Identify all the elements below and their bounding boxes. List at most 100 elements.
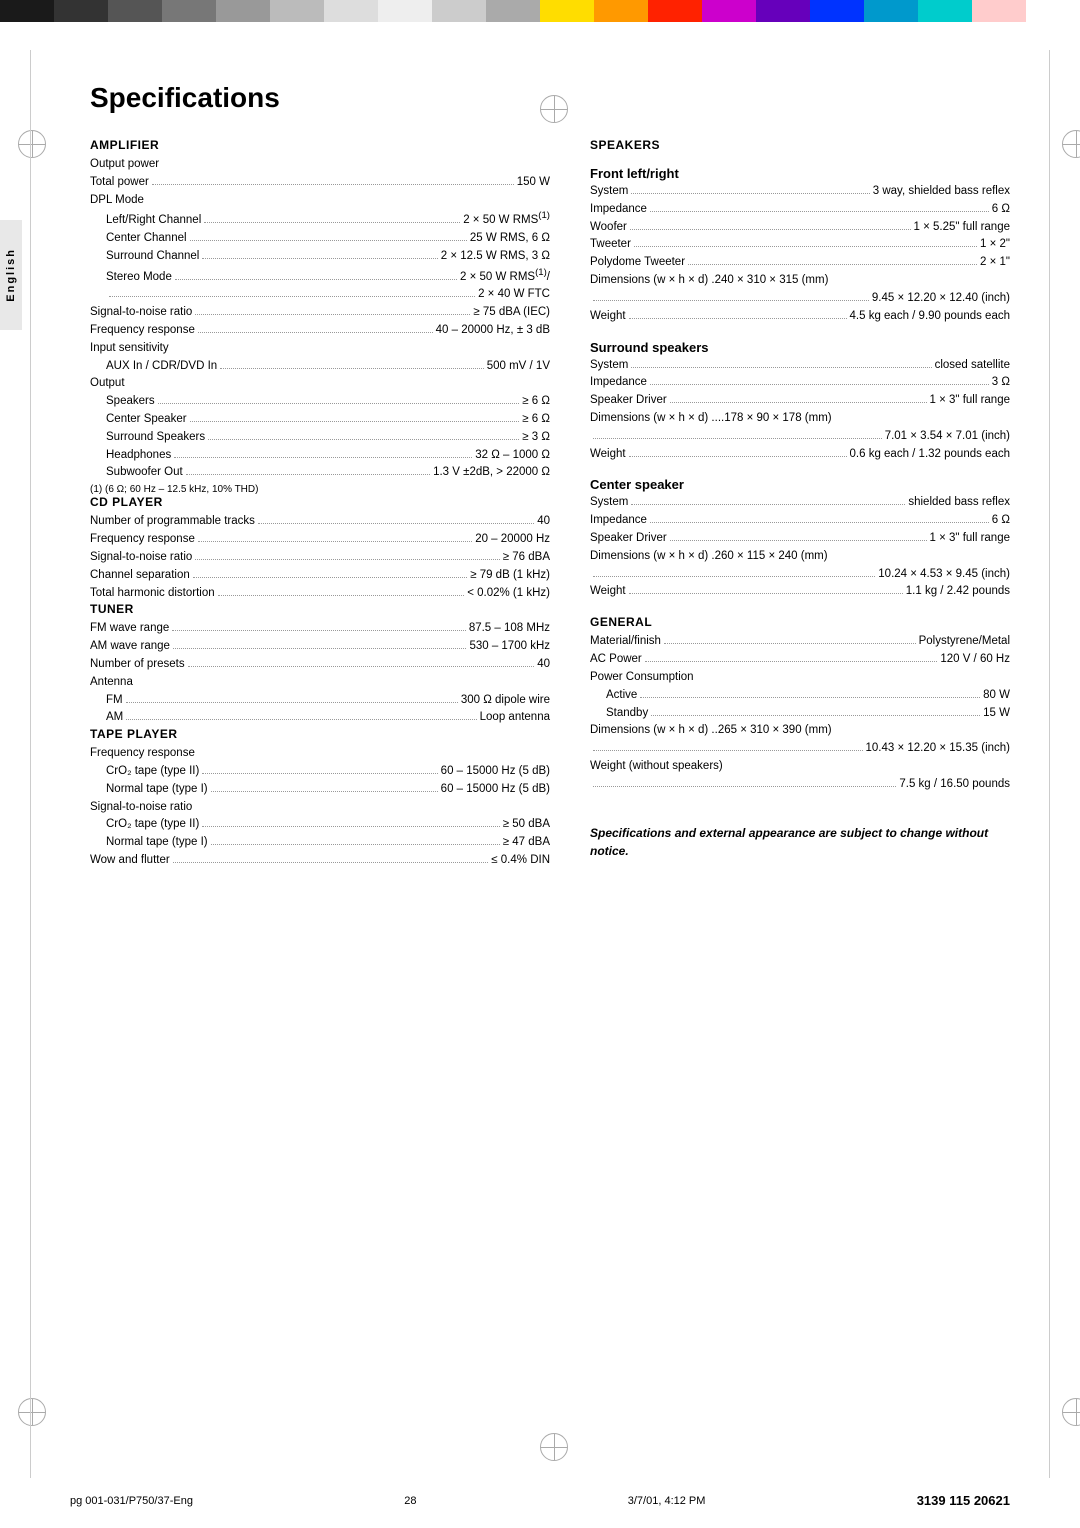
color-blue <box>810 0 864 22</box>
spec-freq-response: Frequency response 40 – 20000 Hz, ± 3 dB <box>90 322 550 340</box>
spec-label: Signal-to-noise ratio <box>90 304 192 322</box>
tape-player-heading: TAPE PLAYER <box>90 727 550 741</box>
spec-label: Woofer <box>590 219 627 237</box>
spec-label: Number of presets <box>90 656 185 674</box>
spec-wow-flutter: Wow and flutter ≤ 0.4% DIN <box>90 852 550 870</box>
spec-label: Total power <box>90 174 149 192</box>
spec-snr: Signal-to-noise ratio ≥ 75 dBA (IEC) <box>90 304 550 322</box>
color-white <box>1026 0 1080 22</box>
dots <box>645 661 938 662</box>
spec-aux-in: AUX In / CDR/DVD In 500 mV / 1V <box>90 358 550 376</box>
spec-cro2-freq: CrO₂ tape (type II) 60 – 15000 Hz (5 dB) <box>90 763 550 781</box>
spec-input-sensitivity: Input sensitivity <box>90 340 550 358</box>
spec-label: Total harmonic distortion <box>90 585 215 603</box>
spec-value: ≥ 75 dBA (IEC) <box>473 304 550 322</box>
spec-value: ≥ 79 dB (1 kHz) <box>470 567 550 585</box>
spec-value: ≥ 76 dBA <box>503 549 550 567</box>
dots <box>174 457 472 458</box>
spec-label: Material/finish <box>590 633 661 651</box>
spec-surr-system: System closed satellite <box>590 357 1010 375</box>
dots <box>650 211 989 212</box>
spec-value: 2 × 50 W RMS(1)/ <box>460 266 550 287</box>
dots <box>152 184 514 185</box>
dots <box>593 438 882 439</box>
dots <box>593 786 896 787</box>
spec-stereo-mode: Stereo Mode 2 × 50 W RMS(1)/ <box>90 266 550 287</box>
spec-label: Left/Right Channel <box>106 212 201 230</box>
spec-value: 9.45 × 12.20 × 12.40 (inch) <box>872 290 1010 308</box>
dots <box>198 332 433 333</box>
amplifier-footnote: (1) (6 Ω; 60 Hz – 12.5 kHz, 10% THD) <box>90 484 550 495</box>
spec-value: 2 × 1" <box>980 254 1010 272</box>
tuner-heading: TUNER <box>90 602 550 616</box>
dots <box>195 314 470 315</box>
dots <box>198 541 472 542</box>
spec-value: 0.6 kg each / 1.32 pounds each <box>850 446 1010 464</box>
spec-value: 2 × 40 W FTC <box>478 286 550 304</box>
spec-value: 40 <box>537 656 550 674</box>
spec-value: 6 Ω <box>992 512 1010 530</box>
spec-label: Polydome Tweeter <box>590 254 685 272</box>
spec-surr-weight: Weight 0.6 kg each / 1.32 pounds each <box>590 446 1010 464</box>
spec-label: FM <box>106 692 123 710</box>
spec-cd-channel-sep: Channel separation ≥ 79 dB (1 kHz) <box>90 567 550 585</box>
dots <box>195 559 499 560</box>
spec-value: ≥ 6 Ω <box>522 411 550 429</box>
spec-value: 6 Ω <box>992 201 1010 219</box>
footer-code: 3139 115 20621 <box>917 1493 1010 1508</box>
spec-front-tweeter: Tweeter 1 × 2" <box>590 236 1010 254</box>
spec-value: 7.5 kg / 16.50 pounds <box>899 776 1010 794</box>
spec-label: Frequency response <box>90 531 195 549</box>
spec-label: AM <box>106 709 123 727</box>
spec-label: Center Speaker <box>106 411 187 429</box>
spec-label: Center Channel <box>106 230 187 248</box>
spec-surr-impedance: Impedance 3 Ω <box>590 374 1010 392</box>
spec-label: FM wave range <box>90 620 169 638</box>
spec-value: 87.5 – 108 MHz <box>469 620 550 638</box>
spec-cd-freq: Frequency response 20 – 20000 Hz <box>90 531 550 549</box>
dots <box>258 523 534 524</box>
spec-label: Normal tape (type I) <box>106 834 208 852</box>
spec-value: ≥ 50 dBA <box>503 816 550 834</box>
dots <box>593 300 869 301</box>
top-color-bar <box>0 0 1080 22</box>
spec-value: 10.24 × 4.53 × 9.45 (inch) <box>878 566 1010 584</box>
left-column: AMPLIFIER Output power Total power 150 W… <box>90 138 550 870</box>
dots <box>688 264 977 265</box>
dots <box>190 421 520 422</box>
spec-output: Output <box>90 375 550 393</box>
footer-left: pg 001-031/P750/37-Eng <box>70 1495 193 1507</box>
spec-fm-antenna: FM 300 Ω dipole wire <box>90 692 550 710</box>
bar-seg-9 <box>432 0 486 22</box>
spec-label: Headphones <box>106 447 171 465</box>
spec-value: 60 – 15000 Hz (5 dB) <box>441 763 550 781</box>
spec-value: 1 × 3" full range <box>930 530 1010 548</box>
spec-prog-tracks: Number of programmable tracks 40 <box>90 513 550 531</box>
dots <box>630 229 911 230</box>
spec-label: Speaker Driver <box>590 530 667 548</box>
spec-center-channel: Center Channel 25 W RMS, 6 Ω <box>90 230 550 248</box>
spec-label: Dimensions (w × h × d) ....178 × 90 × 17… <box>590 410 832 428</box>
spec-label: Dimensions (w × h × d) .260 × 115 × 240 … <box>590 548 828 566</box>
spec-value: 3 Ω <box>992 374 1010 392</box>
dots <box>629 456 847 457</box>
spec-value: 1.3 V ±2dB, > 22000 Ω <box>433 464 550 482</box>
spec-label: CrO₂ tape (type II) <box>106 763 199 781</box>
spec-value: 40 <box>537 513 550 531</box>
color-red <box>648 0 702 22</box>
footer: pg 001-031/P750/37-Eng 28 3/7/01, 4:12 P… <box>70 1493 1010 1508</box>
spec-value: 2 × 50 W RMS(1) <box>463 209 550 230</box>
spec-label: Weight <box>590 446 626 464</box>
spec-value: 25 W RMS, 6 Ω <box>470 230 550 248</box>
spec-label: Wow and flutter <box>90 852 170 870</box>
spec-fm-range: FM wave range 87.5 – 108 MHz <box>90 620 550 638</box>
spec-label: Number of programmable tracks <box>90 513 255 531</box>
dots <box>650 384 989 385</box>
dots <box>126 702 458 703</box>
dots <box>211 844 500 845</box>
spec-value: 300 Ω dipole wire <box>461 692 550 710</box>
spec-front-polydome: Polydome Tweeter 2 × 1" <box>590 254 1010 272</box>
spec-label: Impedance <box>590 374 647 392</box>
spec-am-range: AM wave range 530 – 1700 kHz <box>90 638 550 656</box>
spec-value: 80 W <box>983 687 1010 705</box>
